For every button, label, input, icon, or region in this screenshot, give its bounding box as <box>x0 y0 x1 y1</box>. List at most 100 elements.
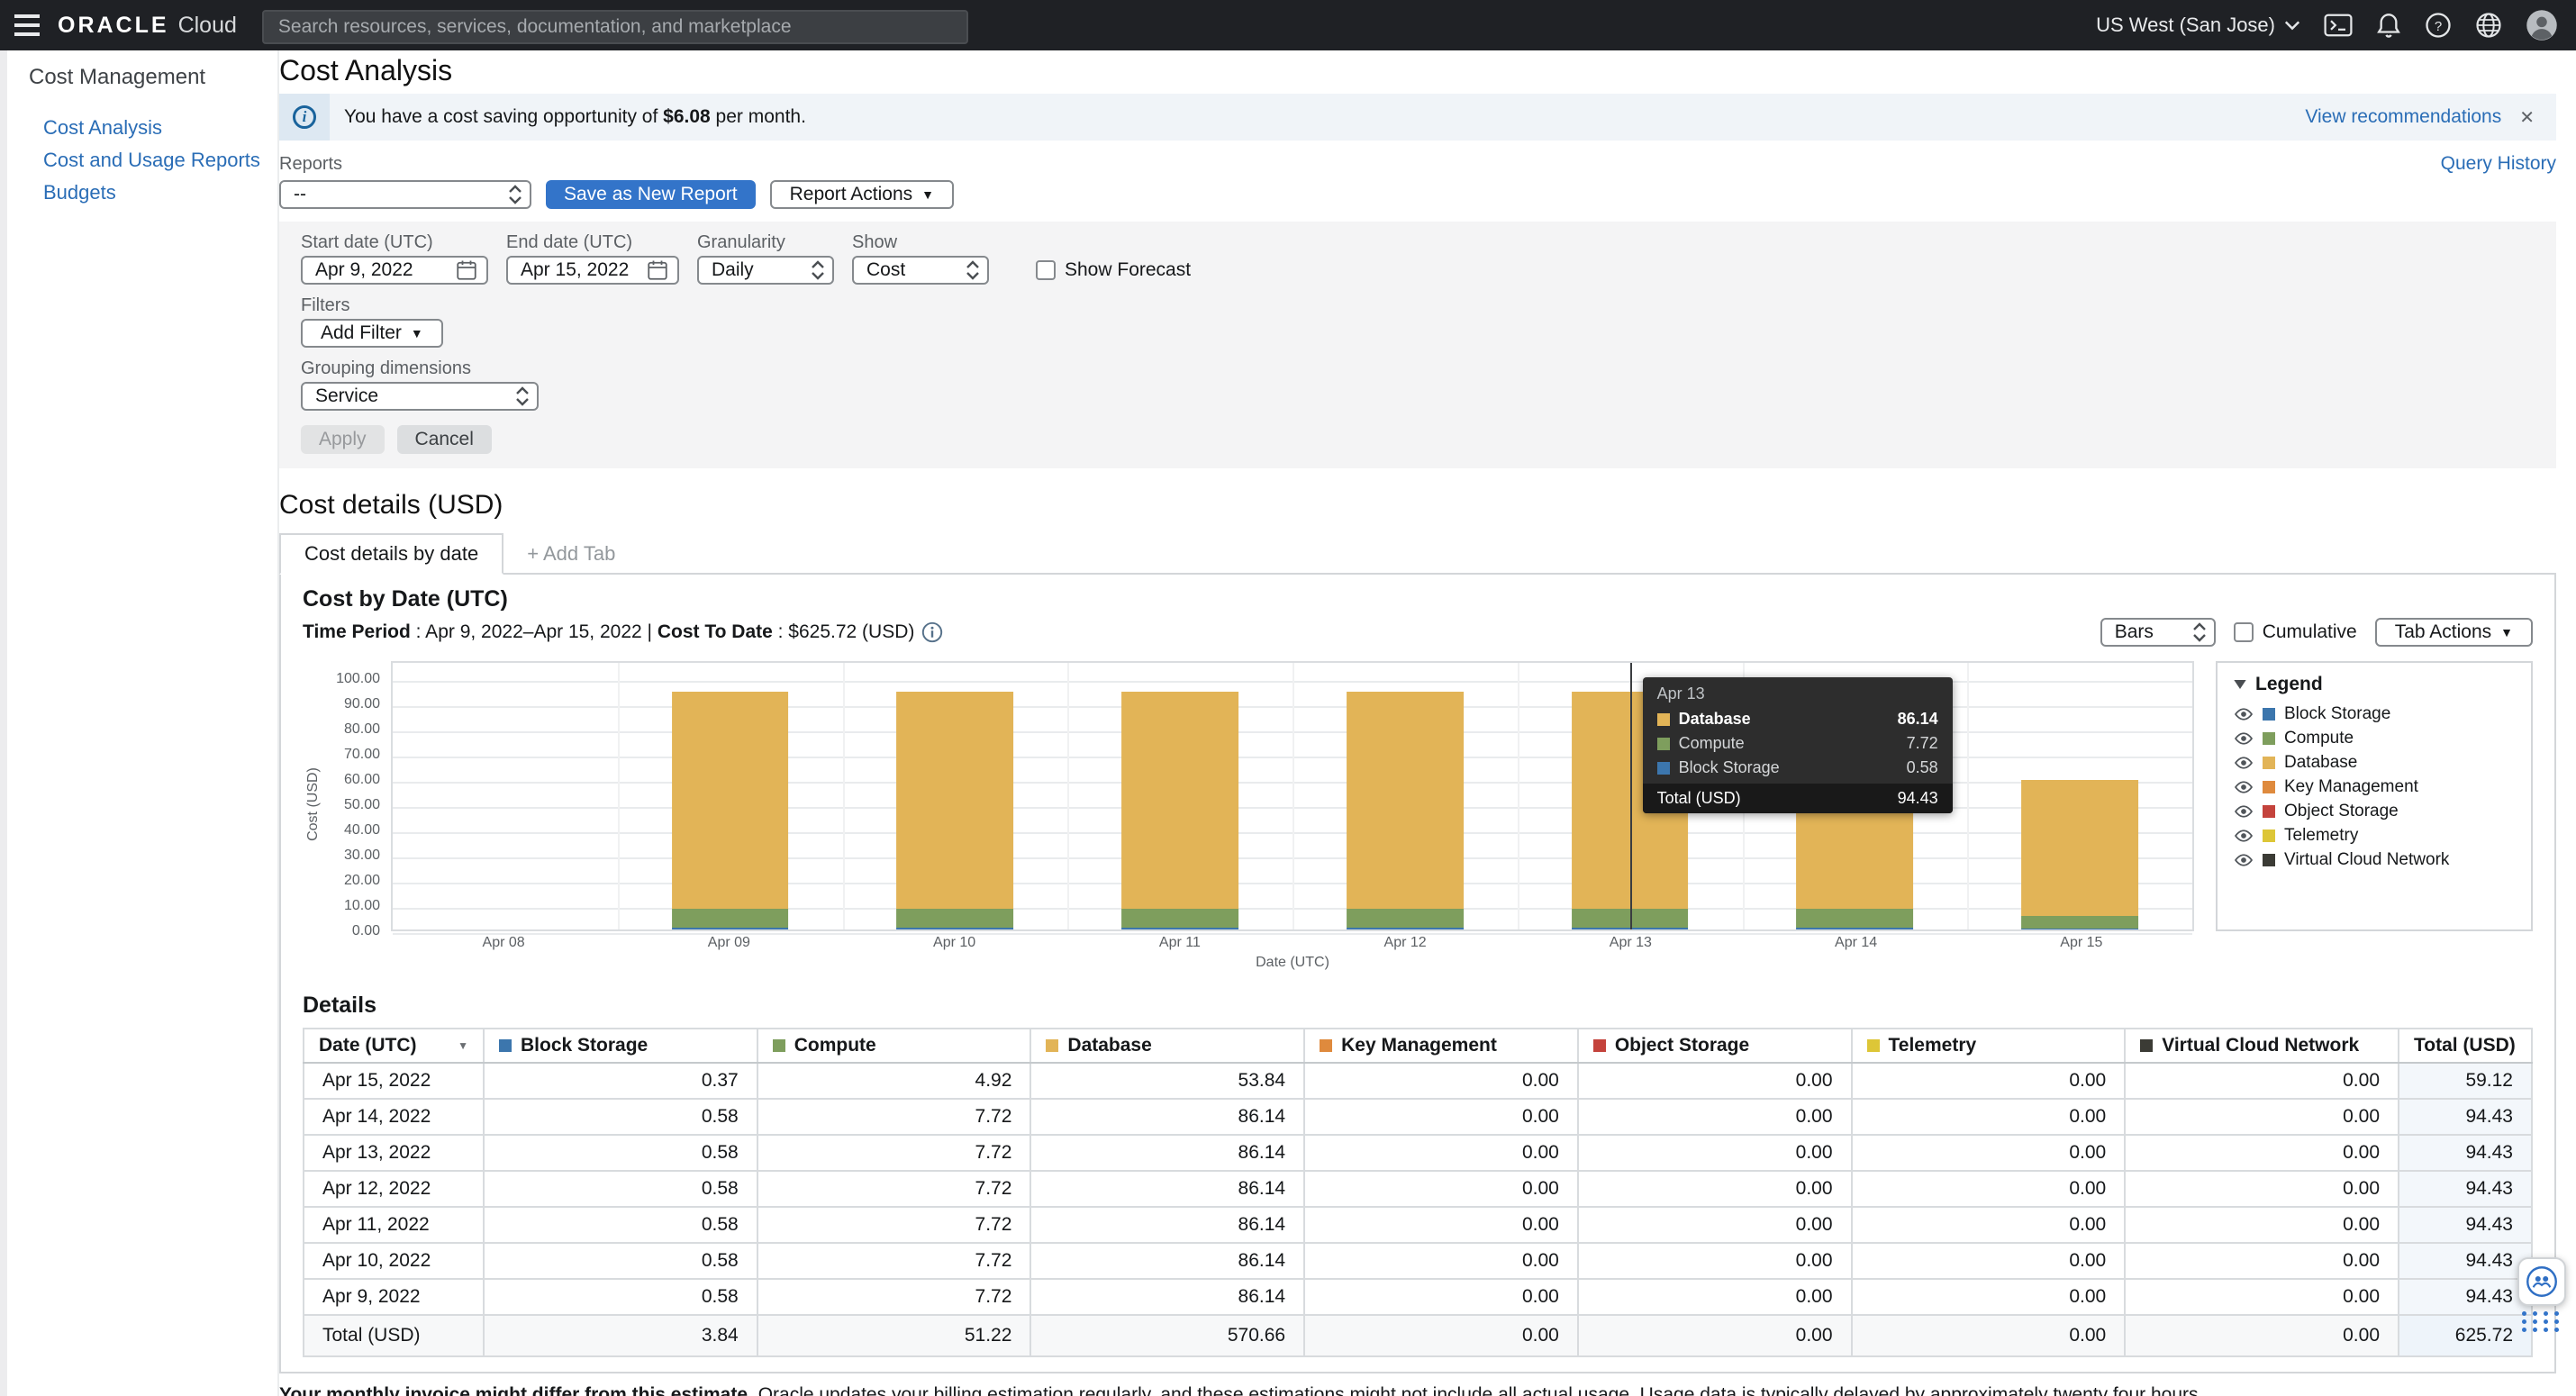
x-tick-label: Apr 12 <box>1293 935 1518 951</box>
filter-panel: Start date (UTC) Apr 9, 2022 End date (U… <box>279 222 2556 468</box>
y-tick-label: 90.00 <box>344 696 380 712</box>
show-forecast-checkbox[interactable]: Show Forecast <box>1036 259 1191 285</box>
save-as-new-report-button[interactable]: Save as New Report <box>546 180 756 209</box>
sidebar-item-cost-and-usage-reports[interactable]: Cost and Usage Reports <box>0 144 277 177</box>
eye-icon[interactable] <box>2234 777 2254 797</box>
legend-item-compute: Compute <box>2234 729 2515 748</box>
query-history-link[interactable]: Query History <box>2441 153 2556 175</box>
value-cell: 0.00 <box>1852 1063 2126 1099</box>
add-tab-button[interactable]: + Add Tab <box>503 535 639 573</box>
column-header-date-utc[interactable]: Date (UTC)▼ <box>304 1029 484 1063</box>
value-cell: 94.43 <box>2399 1207 2532 1243</box>
y-axis-title: Cost (USD) <box>303 661 326 931</box>
collapse-triangle-icon[interactable] <box>2234 680 2246 689</box>
chart-crosshair <box>1630 663 1632 929</box>
user-avatar[interactable] <box>2526 9 2558 41</box>
tooltip-total-value: 94.43 <box>1898 789 1938 808</box>
brand-oracle: ORACLE <box>58 13 169 39</box>
x-tick-label: Apr 09 <box>616 935 841 951</box>
y-tick-label: 10.00 <box>344 898 380 914</box>
tooltip-label: Block Storage <box>1679 758 1898 777</box>
show-select[interactable]: Cost <box>852 256 989 285</box>
value-cell: 7.72 <box>757 1171 1031 1207</box>
sidebar-item-cost-analysis[interactable]: Cost Analysis <box>0 112 277 144</box>
search-input[interactable] <box>262 10 968 44</box>
apply-button[interactable]: Apply <box>301 425 385 454</box>
cloud-shell-icon[interactable] <box>2324 13 2353 38</box>
tab-cost-details-by-date[interactable]: Cost details by date <box>279 533 503 575</box>
add-filter-button[interactable]: Add Filter▼ <box>301 319 443 348</box>
column-header-telemetry[interactable]: Telemetry <box>1852 1029 2126 1063</box>
help-icon[interactable]: ? <box>2425 12 2452 39</box>
grouping-dimensions-select[interactable]: Service <box>301 382 539 411</box>
chevron-down-icon <box>2284 20 2300 31</box>
svg-text:?: ? <box>2435 19 2442 34</box>
reports-select[interactable]: -- <box>279 180 531 209</box>
column-header-virtual-cloud-network[interactable]: Virtual Cloud Network <box>2125 1029 2399 1063</box>
drag-handle-dots[interactable] <box>2522 1311 2562 1332</box>
eye-icon[interactable] <box>2234 802 2254 821</box>
select-stepper-icon <box>2192 621 2207 643</box>
y-tick-label: 20.00 <box>344 873 380 889</box>
value-cell: 0.00 <box>1578 1207 1852 1243</box>
table-header-row: Date (UTC)▼ Block Storage Compute Database K… <box>304 1029 2532 1063</box>
y-tick-label: 80.00 <box>344 721 380 738</box>
eye-icon[interactable] <box>2234 753 2254 773</box>
granularity-select[interactable]: Daily <box>697 256 834 285</box>
eye-icon[interactable] <box>2234 826 2254 846</box>
oracle-cloud-logo[interactable]: ORACLE Cloud <box>58 13 237 39</box>
eye-icon[interactable] <box>2234 729 2254 748</box>
table-row: Apr 12, 20220.587.7286.140.000.000.000.0… <box>304 1171 2532 1207</box>
globe-language-icon[interactable] <box>2475 12 2502 39</box>
value-cell: 0.00 <box>1852 1279 2126 1315</box>
legend-item-telemetry: Telemetry <box>2234 826 2515 846</box>
info-icon[interactable] <box>921 621 943 643</box>
column-header-database[interactable]: Database <box>1030 1029 1304 1063</box>
eye-icon[interactable] <box>2234 704 2254 724</box>
sort-icon[interactable]: ▼ <box>458 1039 468 1052</box>
value-cell: 0.00 <box>1304 1063 1578 1099</box>
bar-apr-15[interactable] <box>2021 780 2138 929</box>
checkbox-icon <box>2234 622 2254 642</box>
reports-label: Reports <box>279 154 342 174</box>
value-cell: 86.14 <box>1030 1099 1304 1135</box>
bar-apr-09[interactable] <box>672 692 789 929</box>
end-date-label: End date (UTC) <box>506 232 679 252</box>
column-header-object-storage[interactable]: Object Storage <box>1578 1029 1852 1063</box>
value-cell: 0.00 <box>1578 1099 1852 1135</box>
bar-apr-10[interactable] <box>896 692 1013 929</box>
column-header-total-usd[interactable]: Total (USD) <box>2399 1029 2532 1063</box>
bar-segment-block-storage <box>896 928 1013 929</box>
sidebar-item-budgets[interactable]: Budgets <box>0 177 277 209</box>
total-value-cell: 3.84 <box>484 1315 757 1356</box>
end-date-input[interactable]: Apr 15, 2022 <box>506 256 679 285</box>
total-label-cell: Total (USD) <box>304 1315 484 1356</box>
cancel-button[interactable]: Cancel <box>397 425 492 454</box>
bar-segment-compute <box>1796 909 1913 929</box>
bar-segment-compute <box>2021 916 2138 929</box>
notifications-bell-icon[interactable] <box>2376 12 2401 39</box>
column-header-compute[interactable]: Compute <box>757 1029 1031 1063</box>
topbar-right: US West (San Jose) ? <box>2096 9 2576 41</box>
report-actions-button[interactable]: Report Actions▼ <box>770 180 954 209</box>
eye-icon[interactable] <box>2234 850 2254 870</box>
gridline <box>1293 663 1294 929</box>
region-selector[interactable]: US West (San Jose) <box>2096 14 2300 37</box>
value-cell: 7.72 <box>757 1135 1031 1171</box>
column-header-key-management[interactable]: Key Management <box>1304 1029 1578 1063</box>
view-recommendations-link[interactable]: View recommendations <box>2305 106 2501 128</box>
column-header-block-storage[interactable]: Block Storage <box>484 1029 757 1063</box>
tab-actions-button[interactable]: Tab Actions▼ <box>2375 618 2533 647</box>
hamburger-menu-icon[interactable] <box>0 0 54 50</box>
gridline <box>1518 663 1519 929</box>
column-label: Database <box>1067 1035 1151 1056</box>
start-date-input[interactable]: Apr 9, 2022 <box>301 256 488 285</box>
assistant-widget-button[interactable] <box>2517 1257 2566 1306</box>
bar-apr-11[interactable] <box>1121 692 1238 929</box>
close-icon[interactable]: ✕ <box>2516 103 2538 132</box>
column-label: Block Storage <box>521 1035 648 1056</box>
chart-type-select[interactable]: Bars <box>2100 618 2216 647</box>
cumulative-checkbox[interactable]: Cumulative <box>2234 621 2357 643</box>
bar-apr-12[interactable] <box>1347 692 1464 929</box>
series-swatch <box>2263 854 2275 866</box>
